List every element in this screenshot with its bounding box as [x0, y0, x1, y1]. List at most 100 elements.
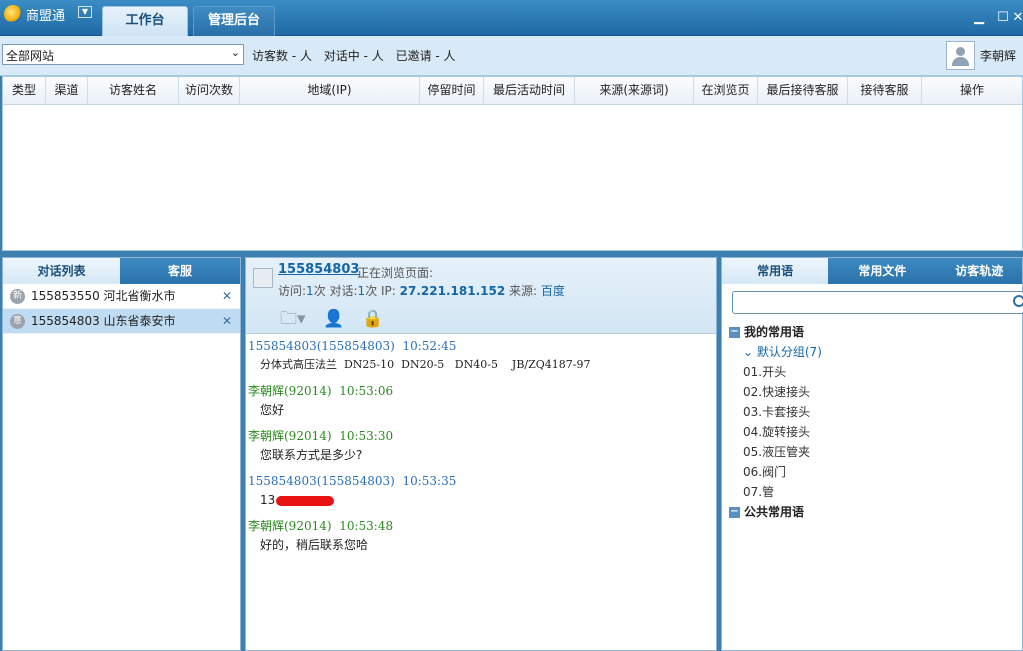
visitor-ip: 27.221.181.152 [399, 284, 506, 298]
close-icon[interactable]: ✕ [1011, 10, 1023, 25]
message-text-redacted: 13 [248, 489, 716, 511]
message: 李朝辉(92014) 10:53:48 好的，稍后联系您哈 [248, 518, 716, 556]
phrase-item[interactable]: 06.阀门 [729, 462, 1022, 482]
message-time: 10:52:45 [402, 339, 457, 353]
phrases-panel: 常用语 常用文件 访客轨迹 − 我的常用语 ⌄ 默认分组(7) 01.开头 02.… [721, 257, 1023, 651]
col-stay-time[interactable]: 停留时间 [420, 77, 484, 104]
tree-my-phrases[interactable]: − 我的常用语 [729, 322, 1022, 342]
col-visit-count[interactable]: 访问次数 [179, 77, 240, 104]
visitor-table: 类型 渠道 访客姓名 访问次数 地域(IP) 停留时间 最后活动时间 来源(来源… [2, 76, 1023, 251]
phrase-item[interactable]: 07.管 [729, 482, 1022, 502]
tab-admin[interactable]: 管理后台 [193, 6, 275, 36]
message-text: 好的，稍后联系您哈 [260, 538, 369, 552]
message: 李朝辉(92014) 10:53:30 您联系方式是多少? [248, 428, 716, 466]
chevron-down-icon: ⌄ [230, 46, 240, 59]
col-visitor-name[interactable]: 访客姓名 [88, 77, 179, 104]
stat-chatting: 对话中 - 人 [323, 49, 384, 63]
site-select-value: 全部网站 [6, 49, 55, 63]
tab-workbench[interactable]: 工作台 [102, 6, 188, 36]
visitor-status: 正在浏览页面: [357, 266, 434, 280]
message-sender: 李朝辉(92014) [248, 429, 332, 443]
message: 155854803(155854803) 10:52:45 分体式高压法兰 DN… [248, 338, 716, 376]
phrase-item[interactable]: 03.卡套接头 [729, 402, 1022, 422]
col-last-agent[interactable]: 最后接待客服 [758, 77, 848, 104]
message-header: 155854803(155854803) 10:53:35 [248, 473, 716, 489]
phrase-item[interactable]: 02.快速接头 [729, 382, 1022, 402]
tab-agents[interactable]: 客服 [120, 258, 240, 284]
tree-label: 默认分组(7) [756, 345, 822, 359]
tree-default-group[interactable]: ⌄ 默认分组(7) [729, 342, 1022, 362]
tab-conversation-list[interactable]: 对话列表 [3, 258, 121, 284]
col-channel[interactable]: 渠道 [46, 77, 88, 104]
minimize-icon[interactable]: ▁ [972, 10, 986, 25]
site-select[interactable]: 全部网站 ⌄ [2, 44, 244, 65]
visitor-card-icon [253, 268, 273, 288]
message-header: 155854803(155854803) 10:52:45 [248, 338, 716, 354]
user-name[interactable]: 李朝辉 [980, 47, 1016, 64]
col-actions[interactable]: 操作 [922, 77, 1022, 104]
phrase-search-input[interactable] [732, 291, 1023, 314]
message-header: 李朝辉(92014) 10:53:48 [248, 518, 716, 534]
tree-label: 公共常用语 [744, 505, 805, 519]
visitor-table-header: 类型 渠道 访客姓名 访问次数 地域(IP) 停留时间 最后活动时间 来源(来源… [3, 77, 1022, 105]
folder-icon[interactable]: 🗀▾ [280, 306, 306, 335]
stat-visitors: 访客数 - 人 [252, 49, 312, 63]
col-agent[interactable]: 接待客服 [848, 77, 922, 104]
close-conversation-icon[interactable]: ✕ [222, 284, 232, 309]
col-browsing-page[interactable]: 在浏览页 [694, 77, 758, 104]
message-sender: 李朝辉(92014) [248, 519, 332, 533]
message: 155854803(155854803) 10:53:35 13 [248, 473, 716, 511]
maximize-icon[interactable]: ☐ [996, 10, 1010, 25]
col-region-ip[interactable]: 地域(IP) [240, 77, 420, 104]
message-sender: 155854803(155854803) [248, 339, 395, 353]
visitor-id-link[interactable]: 155854803 [278, 262, 359, 277]
phrase-tree: − 我的常用语 ⌄ 默认分组(7) 01.开头 02.快速接头 03.卡套接头 0… [722, 314, 1022, 522]
message-header: 李朝辉(92014) 10:53:30 [248, 428, 716, 444]
chat-actions: 🗀▾ 👤 🔒 [280, 306, 398, 335]
message-text: 分体式高压法兰 DN25-10 DN20-5 DN40-5 JB/ZQ4187-… [260, 358, 591, 371]
message-time: 10:53:35 [402, 474, 457, 488]
app-menu-dropdown-icon[interactable]: ▼ [78, 6, 92, 18]
conversation-item[interactable]: 新 155853550 河北省衡水市 ✕ [3, 284, 240, 309]
phrase-item[interactable]: 04.旋转接头 [729, 422, 1022, 442]
lock-icon[interactable]: 🔒 [362, 309, 383, 329]
tree-label: 我的常用语 [744, 325, 805, 339]
message: 李朝辉(92014) 10:53:06 您好 [248, 383, 716, 421]
chat-header: 155854803 正在浏览页面: 访问:1次 对话:1次 IP: 27.221… [246, 258, 716, 334]
visitor-info: 访问:1次 对话:1次 IP: 27.221.181.152 来源: 百度 [278, 282, 565, 299]
phrase-item[interactable]: 05.液压管夹 [729, 442, 1022, 462]
search-icon[interactable] [1013, 295, 1023, 307]
conversation-item-selected[interactable]: 意 155854803 山东省泰安市 ✕ [3, 309, 240, 334]
chat-panel: 155854803 正在浏览页面: 访问:1次 对话:1次 IP: 27.221… [245, 257, 717, 651]
stat-invited: 已邀请 - 人 [395, 49, 456, 63]
app-name: 商盟通 [26, 9, 66, 24]
message-time: 10:53:48 [339, 519, 394, 533]
col-last-activity[interactable]: 最后活动时间 [484, 77, 575, 104]
tree-public-phrases[interactable]: − 公共常用语 [729, 502, 1022, 522]
user-avatar-icon[interactable] [946, 41, 975, 70]
phrases-panel-tabs: 常用语 常用文件 访客轨迹 [722, 258, 1022, 284]
message-sender: 155854803(155854803) [248, 474, 395, 488]
conversation-region: 河北省衡水市 [103, 289, 176, 303]
message-text: 13 [260, 493, 276, 507]
col-source[interactable]: 来源(来源词) [575, 77, 694, 104]
intent-badge-icon: 意 [10, 314, 25, 329]
transfer-user-icon[interactable]: 👤 [323, 309, 344, 329]
tab-common-files[interactable]: 常用文件 [828, 258, 936, 284]
collapse-icon[interactable]: − [729, 327, 740, 338]
collapse-icon[interactable]: − [729, 507, 740, 518]
conversation-id: 155853550 [31, 289, 100, 303]
visits-label: 访问: [278, 284, 307, 298]
message-sender: 李朝辉(92014) [248, 384, 332, 398]
phrase-item[interactable]: 01.开头 [729, 362, 1022, 382]
message-header: 李朝辉(92014) 10:53:06 [248, 383, 716, 399]
close-conversation-icon[interactable]: ✕ [222, 309, 232, 334]
col-type[interactable]: 类型 [3, 77, 46, 104]
tab-visitor-trail[interactable]: 访客轨迹 [937, 258, 1022, 284]
message-text: 您好 [260, 403, 285, 417]
visitor-stats: 访客数 - 人 对话中 - 人 已邀请 - 人 [252, 47, 464, 64]
message-text: 您联系方式是多少? [260, 448, 363, 462]
sessions-label: 次 对话: [313, 284, 358, 298]
conversation-panel: 对话列表 客服 新 155853550 河北省衡水市 ✕ 意 155854803… [2, 257, 241, 651]
tab-common-phrases[interactable]: 常用语 [722, 258, 829, 284]
